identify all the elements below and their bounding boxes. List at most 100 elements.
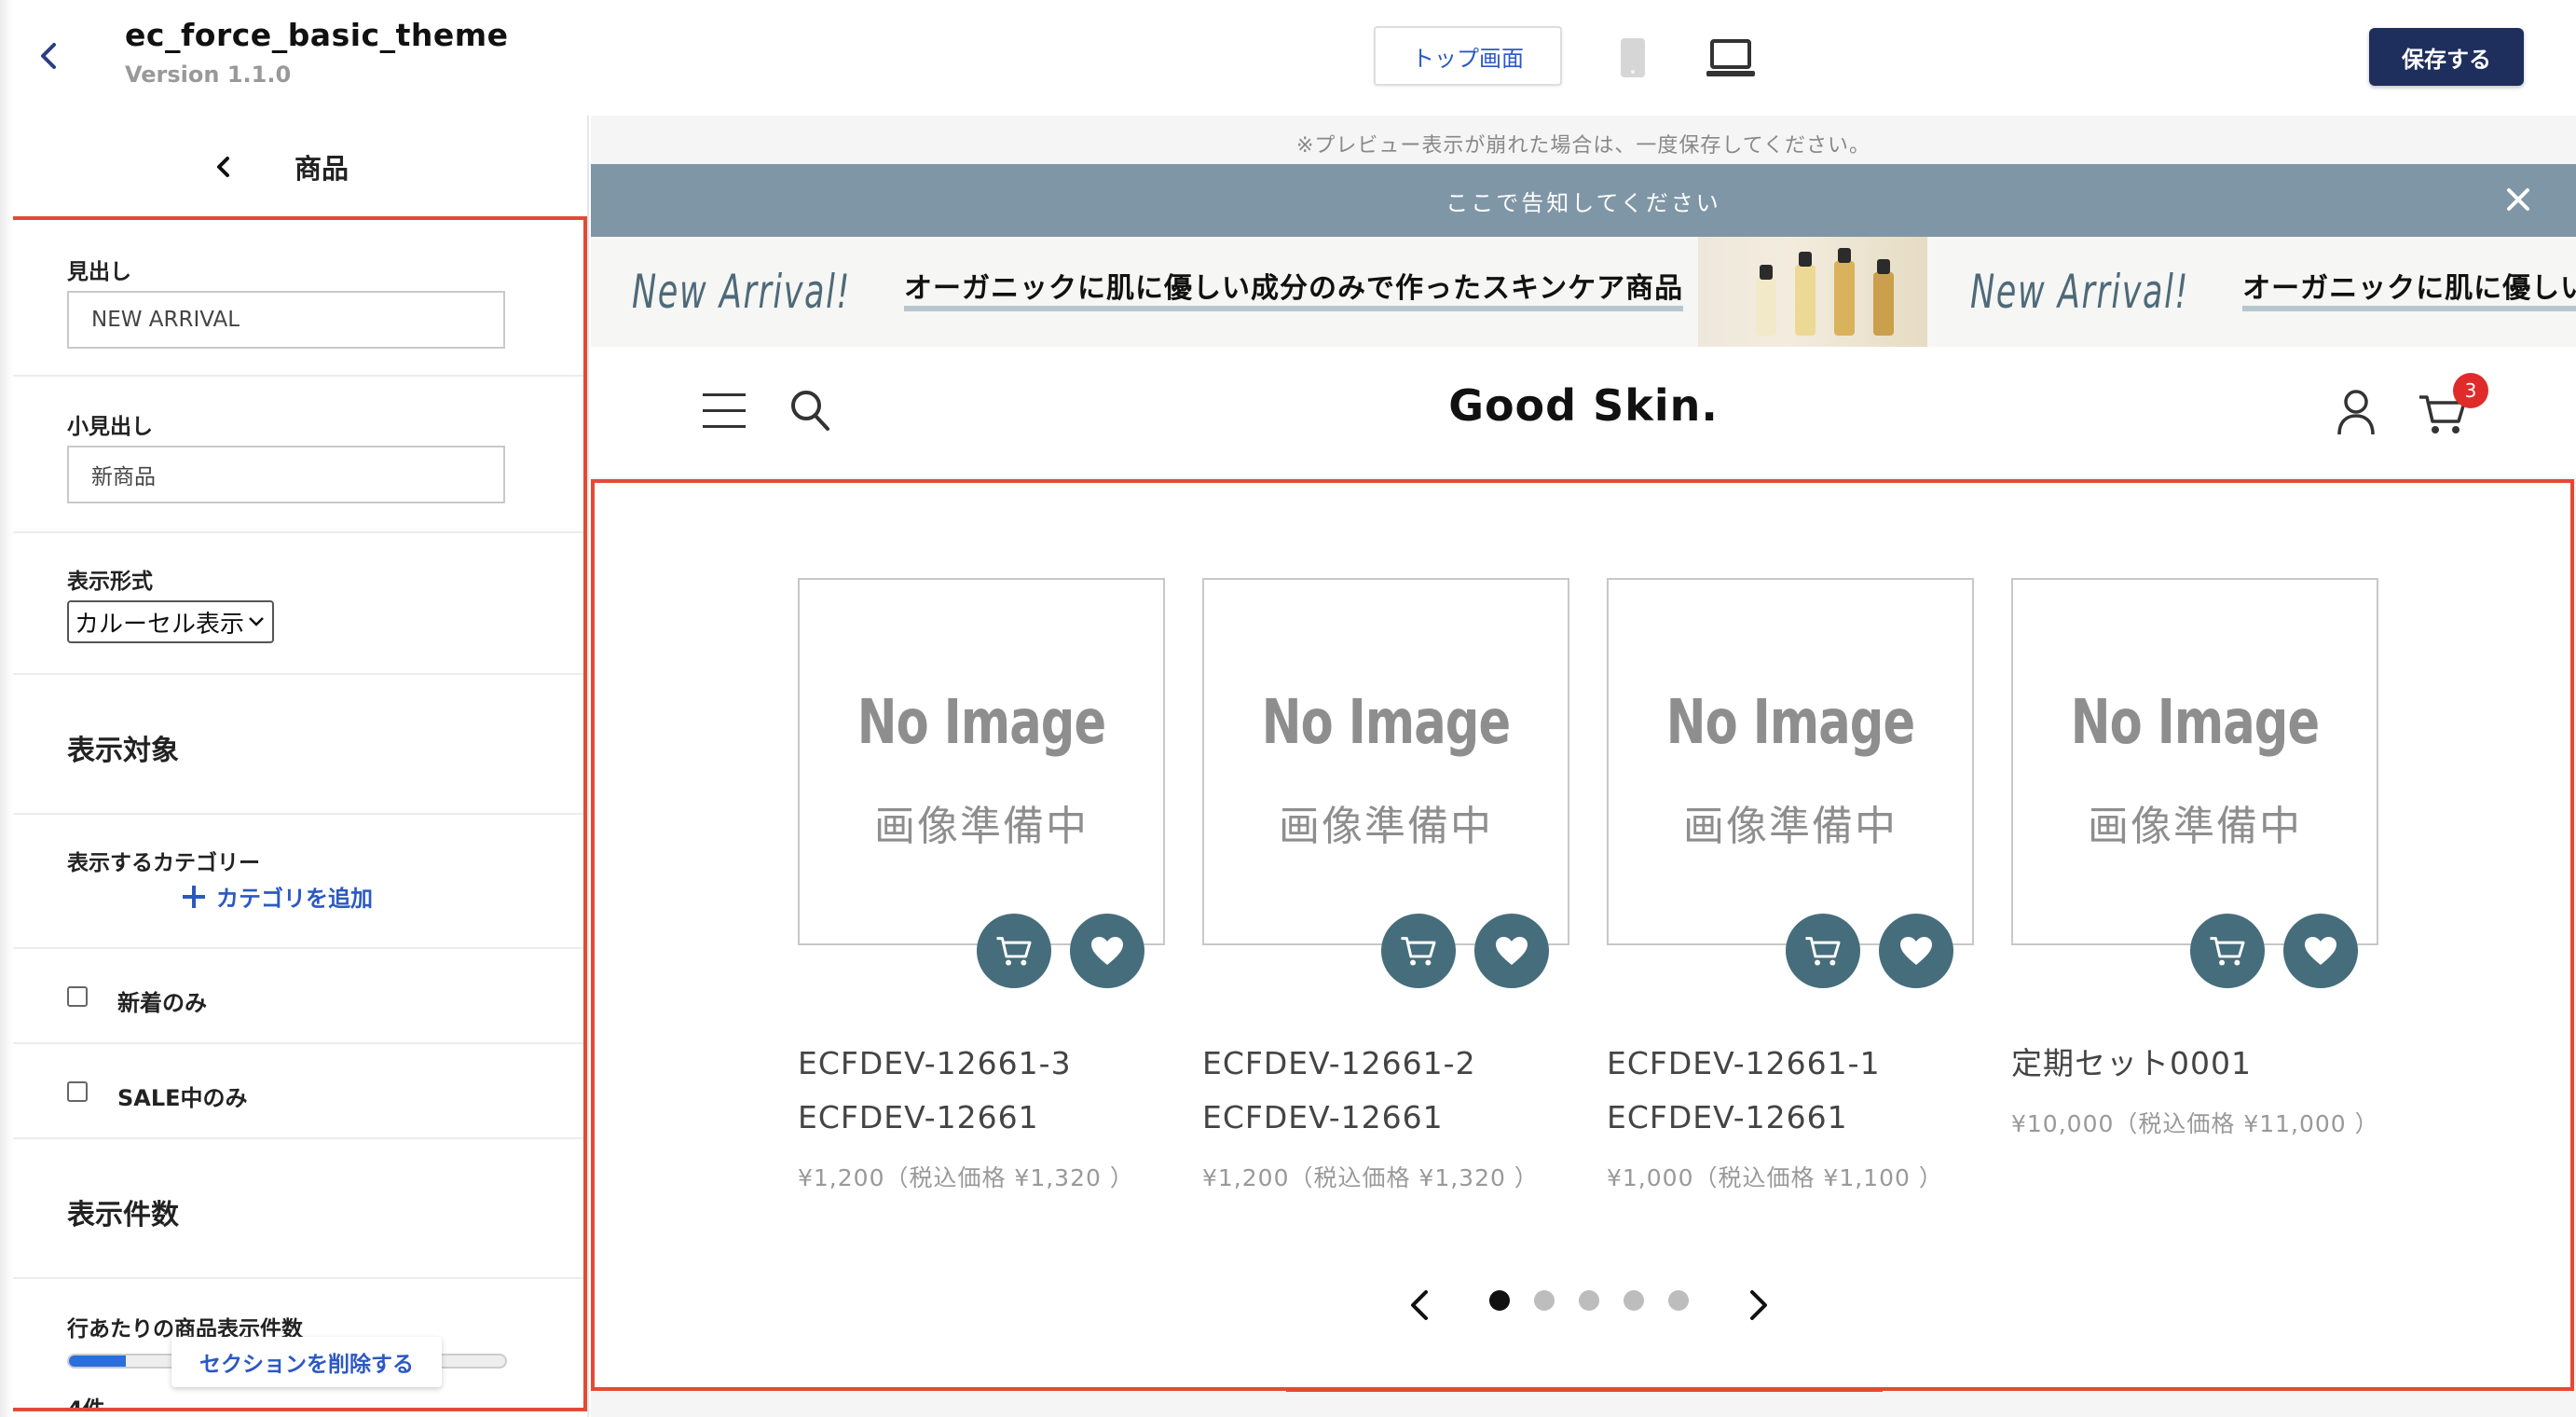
- product-image-placeholder[interactable]: No Image 画像準備中: [2011, 578, 2378, 945]
- carousel-prev-icon[interactable]: [1405, 1285, 1433, 1326]
- site-logo[interactable]: Good Skin.: [591, 380, 2576, 431]
- product-name[interactable]: ECFDEV-12661-1 ECFDEV-12661: [1607, 1037, 1998, 1145]
- favorite-button[interactable]: [1879, 914, 1953, 988]
- bottle-1: [1756, 278, 1777, 336]
- subheading-input[interactable]: 新商品: [67, 446, 505, 503]
- display-format-label: 表示形式: [67, 570, 153, 594]
- no-image-text: No Image: [2070, 686, 2320, 758]
- new-only-label[interactable]: 新着のみ: [117, 984, 207, 1017]
- banner-track: New Arrival! オーガニックに肌に優しい成分のみで作ったスキンケア商品…: [632, 237, 2576, 347]
- display-count-heading: 表示件数: [67, 1199, 179, 1231]
- banner-title: New Arrival!: [632, 265, 852, 319]
- top-screen-button[interactable]: トップ画面: [1374, 26, 1562, 86]
- cart-icon: [1805, 937, 1841, 966]
- back-arrow-icon[interactable]: [32, 34, 63, 78]
- save-button[interactable]: 保存する: [2369, 28, 2524, 86]
- product-name-line1: ECFDEV-12661-1: [1607, 1045, 1881, 1081]
- product-name[interactable]: 定期セット0001: [2011, 1037, 2403, 1091]
- bottle-3-cap: [1838, 248, 1852, 263]
- banner-text-repeat: オーガニックに肌に優しい: [2242, 272, 2576, 311]
- banner-title-repeat: New Arrival!: [1970, 265, 2190, 319]
- close-icon[interactable]: [2503, 185, 2533, 214]
- top-bar: ec_force_basic_theme Version 1.1.0 トップ画面…: [0, 0, 2576, 116]
- product-image-placeholder[interactable]: No Image 画像準備中: [1202, 578, 1569, 945]
- heart-icon: [1900, 937, 1932, 965]
- settings-frame: 見出し NEW ARRIVAL 小見出し 新商品 表示形式 カルーセル表示 表示…: [4, 216, 587, 1411]
- add-category-label: カテゴリを追加: [216, 886, 373, 912]
- chevron-left-icon[interactable]: [212, 153, 233, 181]
- heart-icon: [2305, 937, 2336, 965]
- banner-text: オーガニックに肌に優しい成分のみで作ったスキンケア商品: [904, 272, 1684, 311]
- carousel-next-icon[interactable]: [1745, 1285, 1773, 1326]
- categories-label: 表示するカテゴリー: [67, 851, 260, 875]
- new-only-group: 新着のみ: [7, 949, 583, 1044]
- delete-section-button[interactable]: セクションを削除する: [171, 1337, 442, 1387]
- product-name-line2: ECFDEV-12661: [1202, 1099, 1444, 1135]
- display-format-group: 表示形式 カルーセル表示: [7, 533, 583, 675]
- heart-icon: [1091, 937, 1123, 965]
- carousel-dot[interactable]: [1668, 1290, 1689, 1311]
- product-name[interactable]: ECFDEV-12661-2 ECFDEV-12661: [1202, 1037, 1594, 1145]
- add-to-cart-button[interactable]: [1786, 914, 1860, 988]
- product-name-line1: ECFDEV-12661-3: [798, 1045, 1072, 1081]
- panel-title: 商品: [295, 153, 349, 185]
- carousel-dot[interactable]: [1579, 1290, 1599, 1311]
- subheading-label: 小見出し: [67, 415, 153, 439]
- cart-icon: [996, 937, 1032, 966]
- add-to-cart-button[interactable]: [1381, 914, 1456, 988]
- per-row-group: 行あたりの商品表示件数 セクションを削除する 4件: [7, 1279, 583, 1411]
- theme-preview: ※プレビュー表示が崩れた場合は、一度保存してください。 ここで告知してください …: [591, 116, 2576, 1417]
- bottle-3: [1834, 261, 1856, 336]
- product-price: ¥1,200（税込価格 ¥1,320 ）: [798, 1164, 1134, 1191]
- per-row-value: 4件: [67, 1396, 105, 1411]
- favorite-button[interactable]: [1070, 914, 1144, 988]
- sale-only-checkbox[interactable]: [67, 1081, 88, 1102]
- laptop-icon[interactable]: [1706, 37, 1756, 80]
- banner-product-photo: [1698, 237, 1928, 347]
- sale-only-label[interactable]: SALE中のみ: [117, 1080, 248, 1112]
- subheading-field-group: 小見出し 新商品: [7, 377, 583, 533]
- product-name-line2: ECFDEV-12661: [798, 1099, 1039, 1135]
- product-price: ¥10,000（税込価格 ¥11,000 ）: [2011, 1110, 2379, 1137]
- product-price: ¥1,200（税込価格 ¥1,320 ）: [1202, 1164, 1539, 1191]
- no-image-text: No Image: [1665, 686, 1915, 758]
- product-name[interactable]: ECFDEV-12661-3 ECFDEV-12661: [798, 1037, 1189, 1145]
- add-category-link[interactable]: カテゴリを追加: [183, 880, 373, 913]
- preview-note: ※プレビュー表示が崩れた場合は、一度保存してください。: [1295, 134, 1871, 158]
- product-image-placeholder[interactable]: No Image 画像準備中: [798, 578, 1165, 945]
- site-header: Good Skin. 3: [591, 347, 2576, 477]
- settings-sidebar: 商品 見出し NEW ARRIVAL 小見出し 新商品 表示形式 カルーセル表示…: [0, 116, 589, 1417]
- bottle-4-cap: [1877, 259, 1891, 274]
- carousel-dot[interactable]: [1489, 1290, 1510, 1311]
- new-only-checkbox[interactable]: [67, 986, 88, 1007]
- favorite-button[interactable]: [1474, 914, 1549, 988]
- new-arrival-banner[interactable]: New Arrival! オーガニックに肌に優しい成分のみで作ったスキンケア商品…: [591, 237, 2576, 347]
- cart-count-badge: 3: [2453, 373, 2488, 408]
- account-icon[interactable]: [2336, 388, 2377, 436]
- heading-input[interactable]: NEW ARRIVAL: [67, 291, 505, 349]
- phone-icon[interactable]: [1620, 37, 1646, 78]
- carousel-dot[interactable]: [1534, 1290, 1555, 1311]
- no-image-subtext: 画像準備中: [874, 803, 1089, 850]
- panel-header: 商品: [0, 116, 587, 214]
- display-format-select[interactable]: カルーセル表示: [67, 600, 274, 643]
- heading-field-group: 見出し NEW ARRIVAL: [7, 220, 583, 377]
- categories-group: 表示するカテゴリー カテゴリを追加: [7, 815, 583, 949]
- display-count-group: 表示件数: [7, 1139, 583, 1279]
- sale-only-group: SALE中のみ: [7, 1044, 583, 1139]
- no-image-text: No Image: [1261, 686, 1511, 758]
- favorite-button[interactable]: [2283, 914, 2358, 988]
- product-name-line1: 定期セット0001: [2011, 1045, 2252, 1081]
- add-to-cart-button[interactable]: [2190, 914, 2265, 988]
- product-name-line1: ECFDEV-12661-2: [1202, 1045, 1476, 1081]
- product-carousel-section: No Image 画像準備中 ECFDEV-12661-3 ECFDEV-12661 ¥…: [591, 479, 2574, 1391]
- no-image-text: No Image: [856, 686, 1106, 758]
- carousel-dot[interactable]: [1624, 1290, 1644, 1311]
- bottle-2: [1795, 265, 1816, 336]
- section-bottom-rule: [1286, 1389, 1883, 1392]
- notice-text: ここで告知してください: [1446, 189, 1721, 216]
- product-image-placeholder[interactable]: No Image 画像準備中: [1607, 578, 1974, 945]
- bottle-2-cap: [1799, 252, 1813, 267]
- plus-icon: [183, 885, 205, 908]
- add-to-cart-button[interactable]: [977, 914, 1051, 988]
